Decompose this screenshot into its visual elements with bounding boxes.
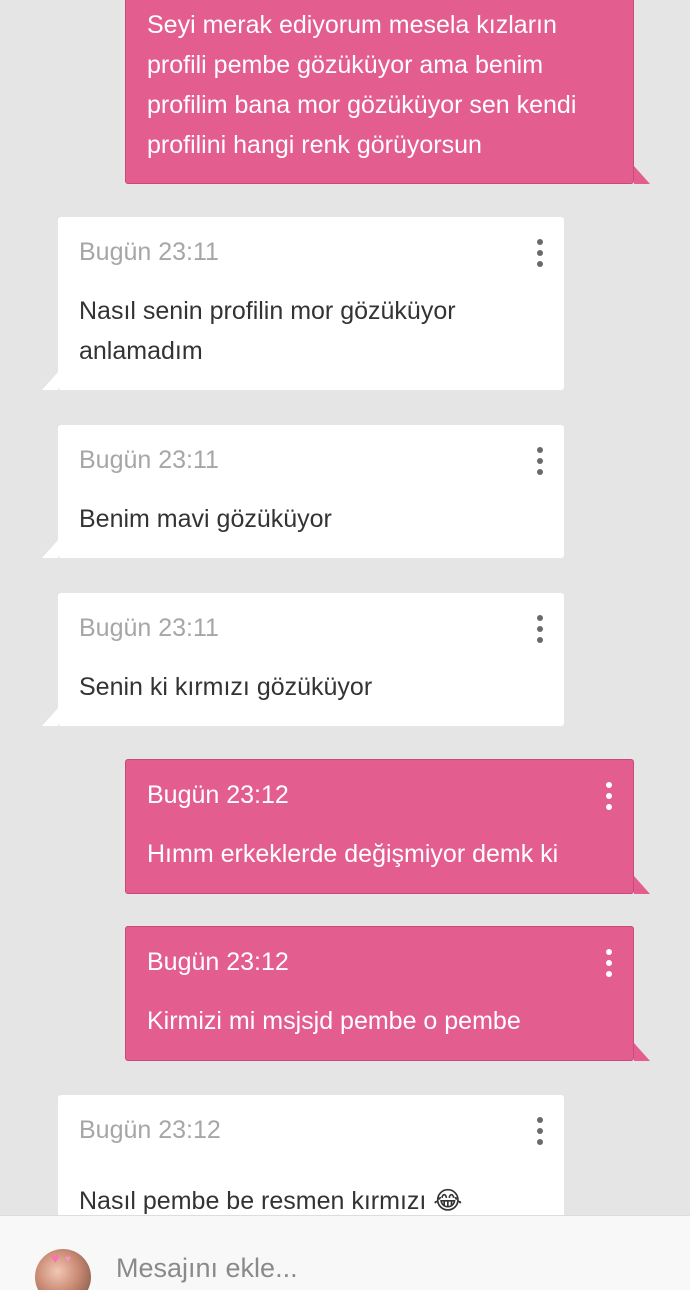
message-timestamp: Bugün 23:12	[147, 948, 289, 976]
message-timestamp: Bugün 23:11	[79, 614, 219, 642]
more-vertical-icon[interactable]	[604, 949, 614, 977]
user-avatar[interactable]: ♥ ♥	[35, 1249, 91, 1290]
message-timestamp: Bugün 23:12	[79, 1116, 221, 1144]
heart-icon: ♥	[51, 1250, 60, 1266]
message-text: Senin ki kırmızı gözüküyor	[79, 673, 373, 701]
message-bubble-outgoing[interactable]: Seyi merak ediyorum mesela kızların prof…	[125, 0, 650, 184]
message-bubble-incoming[interactable]: Bugün 23:12 Nasıl pembe be resmen kırmız…	[58, 1095, 564, 1215]
message-text: Benim mavi gözüküyor	[79, 505, 332, 533]
message-text: Kirmizi mi msjsjd pembe o pembe	[147, 1007, 521, 1035]
message-text: Nasıl pembe be resmen kırmızı 😂	[79, 1187, 463, 1215]
more-vertical-icon[interactable]	[535, 447, 545, 475]
message-bubble-incoming[interactable]: Bugün 23:11 Benim mavi gözüküyor	[42, 425, 564, 558]
message-text: Hımm erkeklerde değişmiyor demk ki	[147, 840, 559, 868]
message-text: Nasıl senin profilin mor gözüküyor anlam…	[79, 297, 456, 365]
message-bubble-outgoing[interactable]: Bugün 23:12 Kirmizi mi msjsjd pembe o pe…	[125, 926, 650, 1061]
message-timestamp: Bugün 23:11	[79, 238, 219, 266]
message-bubble-incoming[interactable]: Bugün 23:11 Senin ki kırmızı gözüküyor	[42, 593, 564, 726]
message-bubble-incoming[interactable]: Bugün 23:11 Nasıl senin profilin mor göz…	[42, 217, 564, 390]
heart-icon: ♥	[65, 1254, 71, 1265]
more-vertical-icon[interactable]	[535, 615, 545, 643]
message-composer: ♥ ♥	[0, 1215, 690, 1290]
message-bubble-outgoing[interactable]: Bugün 23:12 Hımm erkeklerde değişmiyor d…	[125, 759, 650, 894]
message-thread[interactable]: Seyi merak ediyorum mesela kızların prof…	[0, 0, 690, 1215]
message-timestamp: Bugün 23:11	[79, 446, 219, 474]
message-text: Seyi merak ediyorum mesela kızların prof…	[147, 11, 577, 159]
more-vertical-icon[interactable]	[535, 1117, 545, 1145]
message-timestamp: Bugün 23:12	[147, 781, 289, 809]
message-input[interactable]	[116, 1248, 656, 1288]
more-vertical-icon[interactable]	[604, 782, 614, 810]
more-vertical-icon[interactable]	[535, 239, 545, 267]
